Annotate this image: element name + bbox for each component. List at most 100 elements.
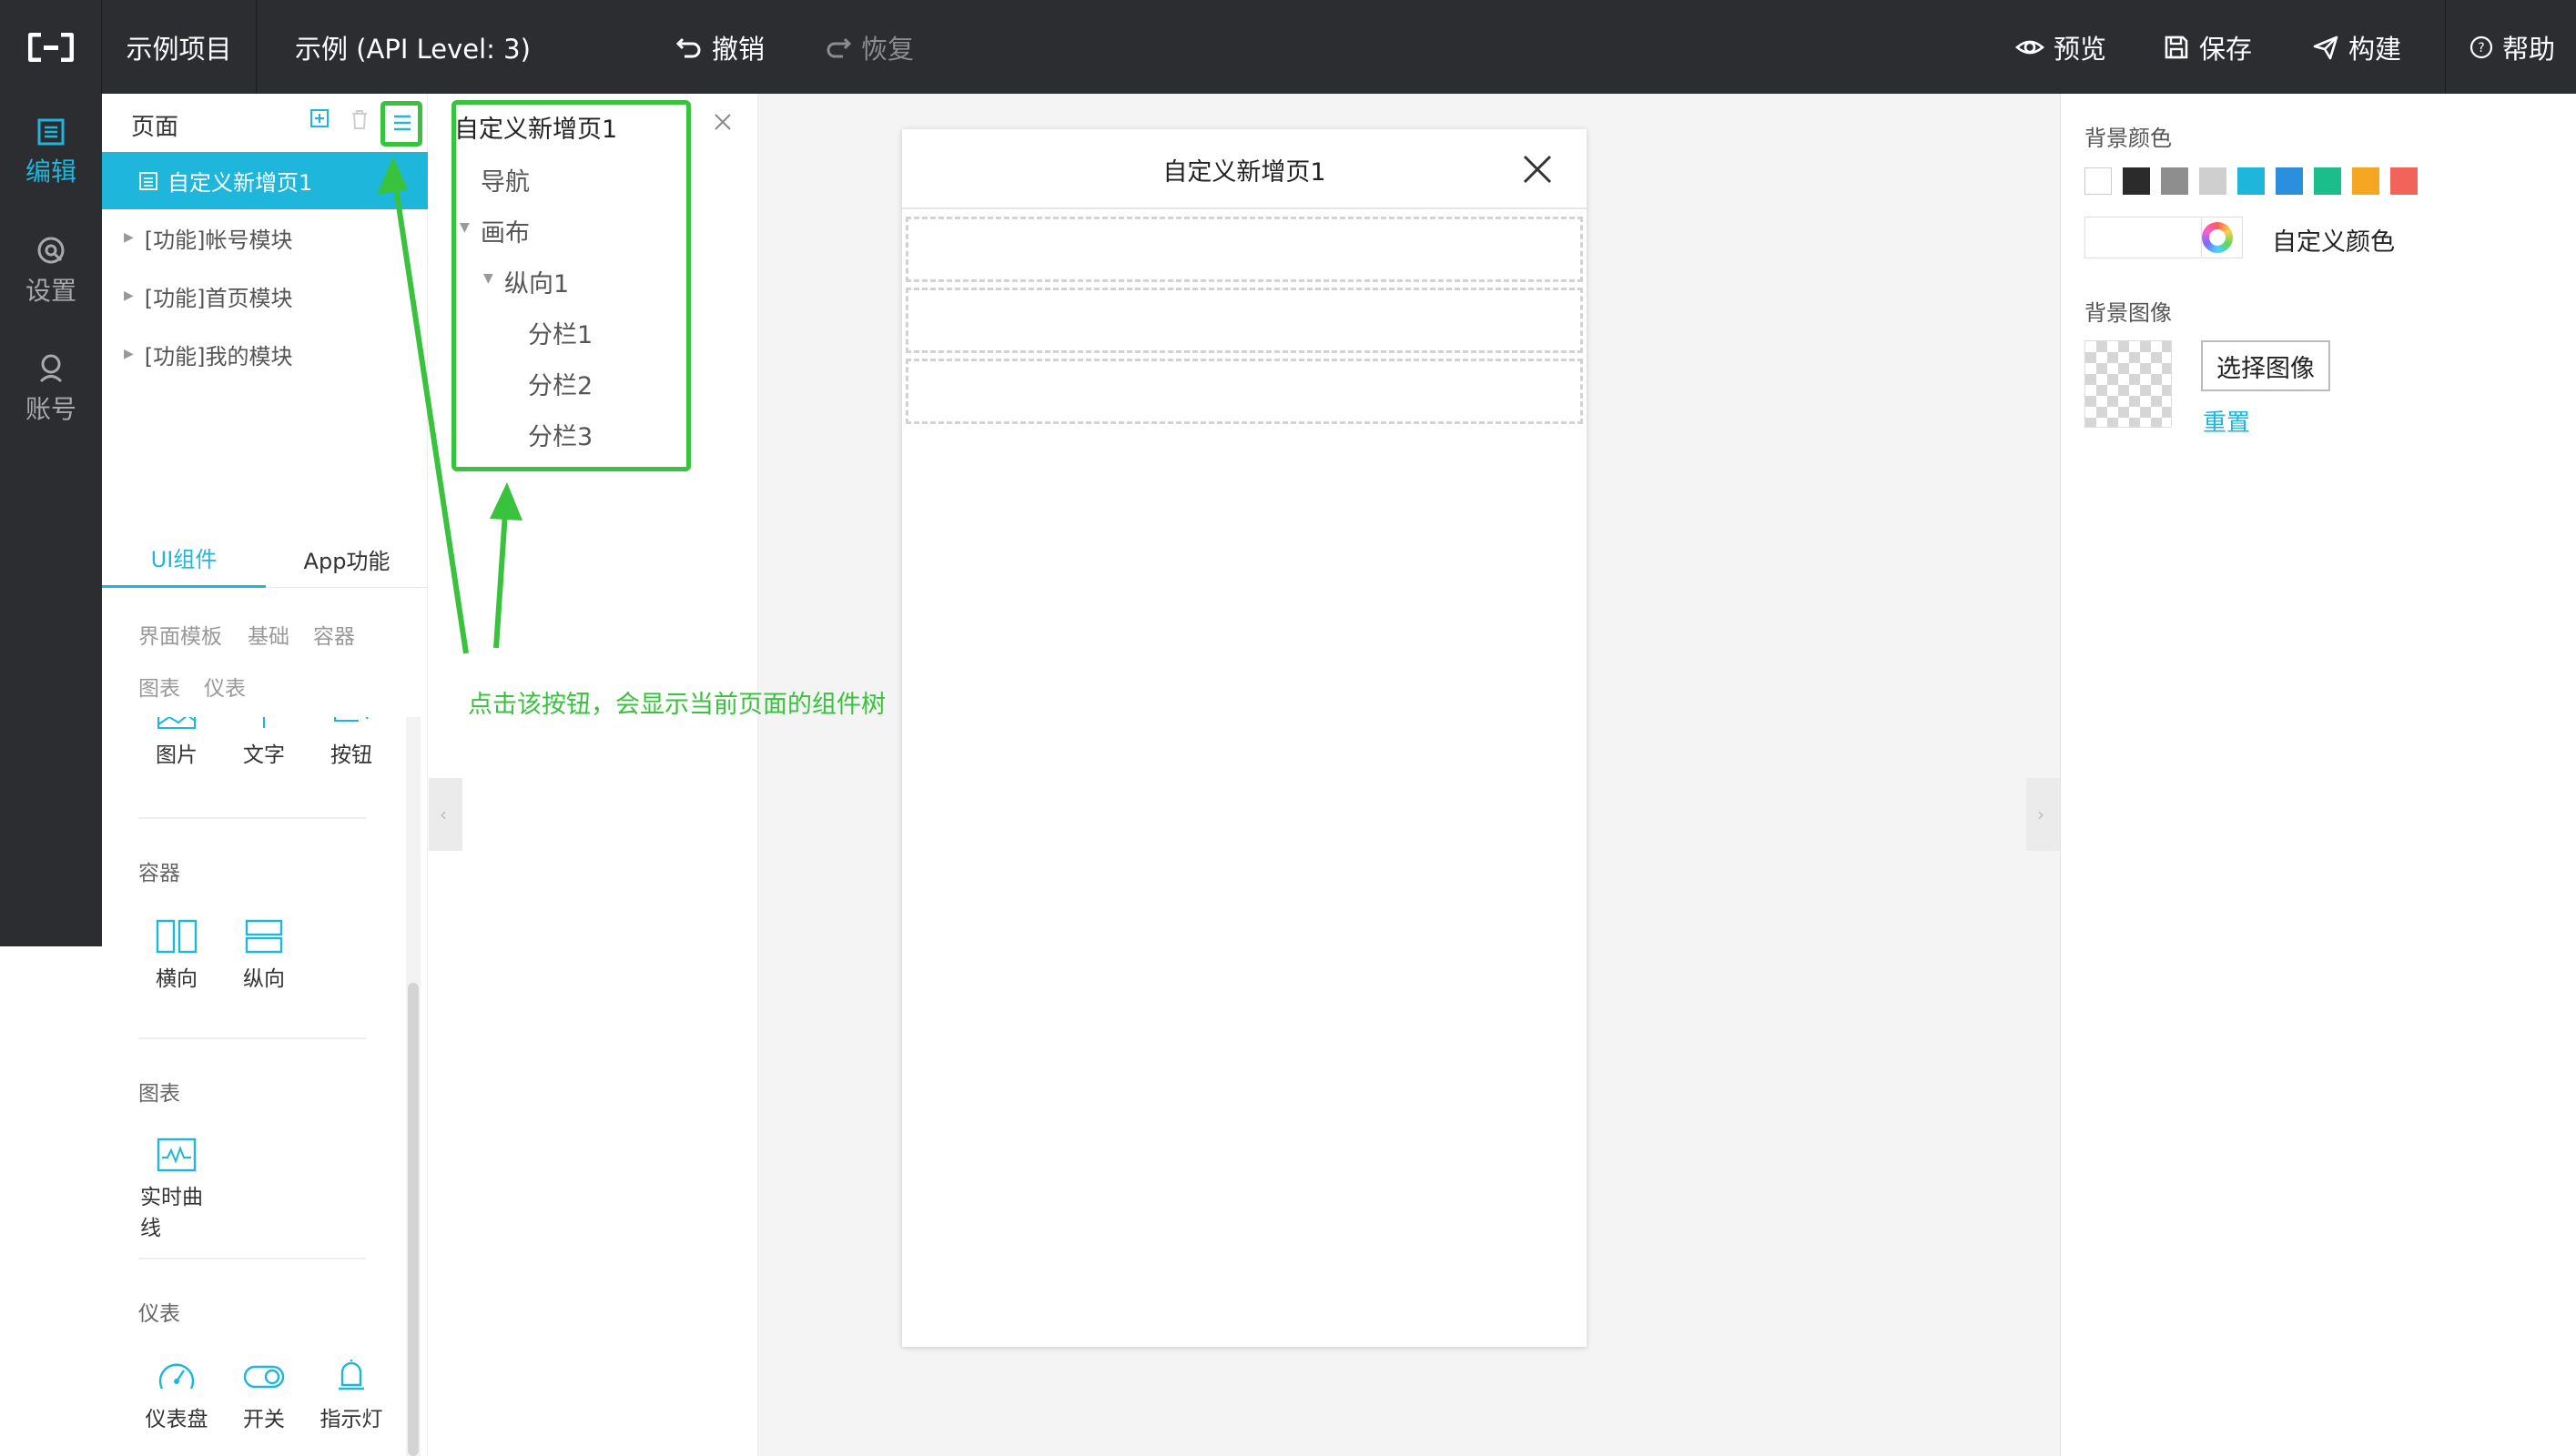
- category-container[interactable]: 容器: [313, 619, 355, 650]
- component-tabs: UI组件 App功能: [102, 530, 428, 588]
- redo-button[interactable]: 恢复: [825, 0, 914, 94]
- gauge-icon: [158, 1363, 195, 1390]
- expand-arrow-icon[interactable]: ▶: [124, 230, 134, 245]
- color-swatch[interactable]: [2161, 167, 2188, 195]
- redo-label: 恢复: [861, 33, 915, 65]
- component-tree-button[interactable]: [380, 101, 422, 147]
- color-picker-icon[interactable]: [2202, 222, 2233, 253]
- chevron-left-icon: ‹: [440, 804, 447, 825]
- phone-header: 自定义新增页1: [902, 129, 1587, 209]
- color-swatch[interactable]: [2199, 167, 2226, 195]
- component-scrollbar[interactable]: [408, 983, 419, 1456]
- collapse-left-handle[interactable]: ‹: [429, 778, 462, 851]
- divider: [138, 817, 366, 819]
- nav-edit[interactable]: 编辑: [0, 103, 102, 203]
- trash-icon[interactable]: [350, 108, 370, 130]
- indicator-light-icon: [339, 1360, 364, 1390]
- component-switch-label: 开关: [243, 1408, 285, 1431]
- top-bar: 示例项目 示例 (API Level: 3) 撤销 恢复 预览 保存 构建 ? …: [0, 0, 2576, 94]
- color-swatch[interactable]: [2314, 167, 2341, 195]
- category-basic[interactable]: 基础: [248, 619, 289, 650]
- page-item-my-module[interactable]: ▶ [功能]我的模块: [102, 326, 428, 382]
- tab-app-functions[interactable]: App功能: [266, 530, 428, 588]
- expand-arrow-icon[interactable]: ▶: [124, 288, 134, 303]
- page-item-account-module[interactable]: ▶ [功能]帐号模块: [102, 209, 428, 266]
- category-chart[interactable]: 图表: [138, 671, 180, 702]
- build-button[interactable]: 构建: [2312, 0, 2401, 94]
- tree-node-nav[interactable]: 导航: [481, 162, 530, 197]
- color-swatch[interactable]: [2084, 167, 2112, 195]
- divider: [138, 1258, 366, 1259]
- color-swatch[interactable]: [2237, 167, 2265, 195]
- choose-image-button[interactable]: 选择图像: [2201, 340, 2330, 391]
- component-image[interactable]: 图片: [140, 717, 213, 768]
- collapse-arrow-icon[interactable]: ▼: [460, 220, 470, 235]
- bg-image-label: 背景图像: [2084, 300, 2172, 326]
- logo-icon: [28, 33, 74, 62]
- close-icon[interactable]: [712, 111, 734, 133]
- canvas-column-slot-3[interactable]: [906, 359, 1583, 424]
- save-button[interactable]: 保存: [2163, 0, 2252, 94]
- pages-title: 页面: [131, 114, 179, 141]
- color-swatch[interactable]: [2276, 167, 2303, 195]
- canvas-column-slot-1[interactable]: [906, 217, 1583, 282]
- app-api-level: 示例 (API Level: 3): [295, 33, 531, 65]
- tree-node-canvas[interactable]: 画布: [481, 213, 530, 248]
- settings-icon: [37, 237, 65, 264]
- preview-button[interactable]: 预览: [2015, 0, 2106, 94]
- component-list: 图片 文字 按钮 容器 横向 纵向 图表 实时曲线 仪表 仪表盘 开关 指示灯: [102, 717, 406, 1456]
- section-title-container: 容器: [138, 862, 180, 885]
- phone-title: 自定义新增页1: [1162, 157, 1326, 187]
- nav-settings[interactable]: 设置: [0, 221, 102, 321]
- collapse-right-handle[interactable]: ›: [2026, 778, 2060, 851]
- component-switch[interactable]: 开关: [228, 1358, 300, 1432]
- undo-icon: [675, 37, 701, 57]
- canvas-column-slot-2[interactable]: [906, 288, 1583, 353]
- component-horizontal[interactable]: 横向: [140, 919, 213, 992]
- line-chart-icon: [157, 1138, 197, 1172]
- collapse-arrow-icon[interactable]: ▼: [483, 271, 493, 286]
- phone-preview: 自定义新增页1: [902, 129, 1587, 1347]
- save-label: 保存: [2199, 33, 2253, 65]
- expand-arrow-icon[interactable]: ▶: [124, 347, 134, 361]
- color-swatch[interactable]: [2352, 167, 2379, 195]
- add-page-icon[interactable]: [309, 108, 330, 128]
- tree-node-column3[interactable]: 分栏3: [528, 417, 593, 452]
- component-text[interactable]: 文字: [228, 717, 300, 768]
- component-gauge[interactable]: 仪表盘: [140, 1358, 213, 1432]
- page-item-home-module[interactable]: ▶ [功能]首页模块: [102, 268, 428, 324]
- component-button-label: 按钮: [330, 743, 372, 767]
- close-icon[interactable]: [1521, 153, 1554, 186]
- tree-node-column2[interactable]: 分栏2: [528, 366, 593, 401]
- send-icon: [2313, 35, 2338, 59]
- help-button[interactable]: ? 帮助: [2445, 0, 2555, 94]
- reset-link[interactable]: 重置: [2203, 404, 2250, 438]
- pages-header: 页面: [102, 94, 428, 152]
- section-title-gauge: 仪表: [138, 1302, 180, 1326]
- tree-node-vertical1[interactable]: 纵向1: [504, 264, 569, 299]
- component-button[interactable]: 按钮: [315, 717, 388, 768]
- logo[interactable]: [0, 0, 102, 94]
- vertical-layout-icon: [245, 919, 283, 954]
- category-templates[interactable]: 界面模板: [138, 619, 222, 650]
- undo-label: 撤销: [712, 33, 766, 65]
- svg-text:?: ?: [2478, 41, 2484, 56]
- component-vertical[interactable]: 纵向: [228, 919, 300, 992]
- component-realtime-curve[interactable]: 实时曲线: [140, 1138, 213, 1241]
- tree-title: 自定义新增页1: [454, 116, 618, 144]
- project-name[interactable]: 示例项目: [102, 0, 257, 94]
- page-item-selected[interactable]: 自定义新增页1: [102, 152, 428, 209]
- nav-account[interactable]: 账号: [0, 339, 102, 440]
- tab-ui-components[interactable]: UI组件: [102, 530, 266, 588]
- component-indicator-label: 指示灯: [319, 1408, 383, 1431]
- eye-icon: [2015, 40, 2044, 54]
- page-item-selected-label: 自定义新增页1: [167, 170, 313, 196]
- tree-highlight-box: [451, 100, 691, 471]
- undo-button[interactable]: 撤销: [675, 0, 765, 94]
- category-gauge[interactable]: 仪表: [204, 671, 246, 702]
- page-item-label: [功能]我的模块: [144, 343, 293, 369]
- color-swatch[interactable]: [2390, 167, 2418, 195]
- color-swatch[interactable]: [2123, 167, 2150, 195]
- tree-node-column1[interactable]: 分栏1: [528, 315, 593, 350]
- component-indicator[interactable]: 指示灯: [315, 1358, 388, 1432]
